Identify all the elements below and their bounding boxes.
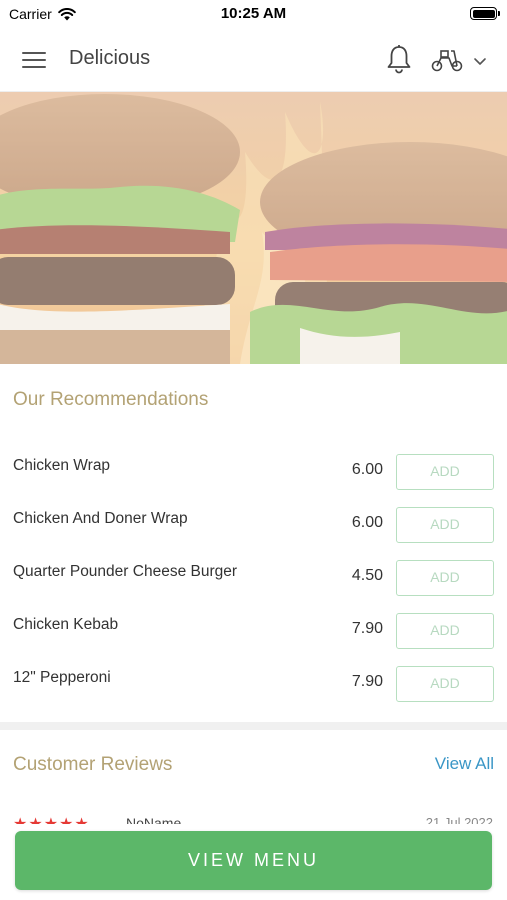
add-button[interactable]: ADD [396, 666, 494, 702]
recommendation-item: Chicken Wrap 6.00 ADD [0, 454, 507, 507]
item-name: Chicken Wrap [13, 457, 111, 474]
battery-icon [470, 7, 500, 20]
hero-banner [0, 92, 507, 364]
item-name: Chicken Kebab [13, 616, 119, 633]
view-all-link[interactable]: View All [435, 754, 494, 774]
recommendation-item: 12" Pepperoni 7.90 ADD [0, 666, 507, 719]
section-divider [0, 722, 507, 730]
reviews-title: Customer Reviews [13, 754, 173, 775]
add-button[interactable]: ADD [396, 454, 494, 490]
recommendation-item: Chicken Kebab 7.90 ADD [0, 613, 507, 666]
item-price: 6.00 [351, 461, 383, 478]
add-button[interactable]: ADD [396, 507, 494, 543]
add-button[interactable]: ADD [396, 613, 494, 649]
item-price: 6.00 [351, 514, 383, 531]
item-price: 7.90 [351, 620, 383, 637]
add-button[interactable]: ADD [396, 560, 494, 596]
recommendation-item: Quarter Pounder Cheese Burger 4.50 ADD [0, 560, 507, 613]
restaurant-title: Delicious [69, 47, 151, 69]
status-bar: Carrier 10:25 AM [0, 0, 507, 28]
recommendations-title: Our Recommendations [13, 389, 209, 410]
item-name: Chicken And Doner Wrap [13, 510, 188, 527]
menu-icon[interactable] [22, 49, 48, 71]
item-name: 12" Pepperoni [13, 669, 111, 686]
item-price: 7.90 [351, 673, 383, 690]
chevron-down-icon[interactable] [472, 54, 488, 68]
recommendation-item: Chicken And Doner Wrap 6.00 ADD [0, 507, 507, 560]
clock: 10:25 AM [220, 5, 287, 22]
app-header: Delicious [0, 28, 507, 92]
view-menu-button[interactable]: VIEW MENU [15, 831, 492, 890]
scooter-icon[interactable] [430, 47, 464, 73]
cta-bar: VIEW MENU [0, 824, 507, 900]
item-name: Quarter Pounder Cheese Burger [13, 563, 238, 580]
bell-icon[interactable] [386, 44, 412, 74]
burger-banner-image [0, 92, 507, 364]
item-price: 4.50 [351, 567, 383, 584]
